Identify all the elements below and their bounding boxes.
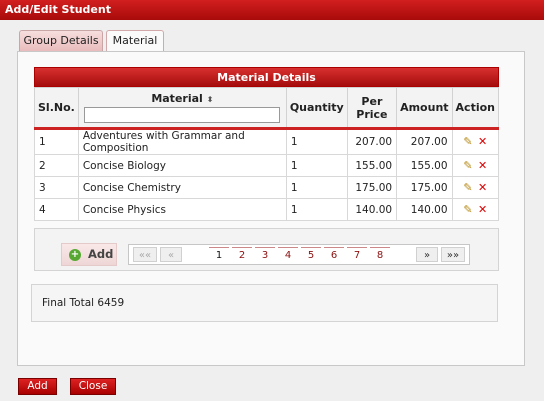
delete-icon[interactable]: ✕: [478, 160, 487, 171]
cell-action: ✎ ✕: [451, 154, 500, 177]
table-row: 2 Concise Biology 1 155.00 155.00 ✎ ✕: [34, 154, 500, 177]
table-row: 3 Concise Chemistry 1 175.00 175.00 ✎ ✕: [34, 176, 500, 199]
cell-per-price: 207.00: [346, 128, 398, 155]
pager-last-button[interactable]: »»: [441, 247, 465, 262]
edit-icon[interactable]: ✎: [463, 136, 472, 147]
col-header-amount: Amount: [396, 87, 453, 130]
col-header-material[interactable]: Material ⬍: [77, 87, 287, 130]
table-row: 4 Concise Physics 1 140.00 140.00 ✎ ✕: [34, 198, 500, 221]
pager-next-button[interactable]: »: [416, 247, 438, 262]
add-circle-icon: +: [69, 249, 81, 261]
edit-icon[interactable]: ✎: [463, 160, 472, 171]
pager: «« « 1 2 3 4 5 6 7 8 » »»: [128, 244, 470, 265]
material-table: Sl.No. Material ⬍ Quantity Per Price Amo…: [34, 87, 500, 221]
pager-prev-button[interactable]: «: [160, 247, 182, 262]
cell-per-price: 155.00: [346, 154, 398, 177]
delete-icon[interactable]: ✕: [478, 204, 487, 215]
grid-add-button[interactable]: + Add: [61, 243, 117, 266]
cell-quantity: 1: [285, 154, 348, 177]
pager-page-link[interactable]: 7: [347, 247, 367, 262]
pager-page-link[interactable]: 3: [255, 247, 275, 262]
cell-per-price: 140.00: [346, 198, 398, 221]
cell-amount: 140.00: [396, 198, 453, 221]
cell-quantity: 1: [285, 128, 348, 155]
cell-slno: 1: [34, 128, 79, 155]
pager-page-link[interactable]: 4: [278, 247, 298, 262]
cell-quantity: 1: [285, 176, 348, 199]
cell-per-price: 175.00: [346, 176, 398, 199]
cell-slno: 4: [34, 198, 79, 221]
close-button[interactable]: Close: [70, 378, 116, 395]
col-header-action: Action: [451, 87, 500, 130]
cell-slno: 2: [34, 154, 79, 177]
grid-add-label: Add: [88, 247, 114, 261]
cell-action: ✎ ✕: [451, 176, 500, 199]
final-total: Final Total 6459: [31, 284, 498, 322]
cell-action: ✎ ✕: [451, 128, 500, 155]
col-header-quantity: Quantity: [285, 87, 348, 130]
pager-page-link[interactable]: 8: [370, 247, 390, 262]
cell-material: Concise Chemistry: [77, 176, 287, 199]
delete-icon[interactable]: ✕: [478, 136, 487, 147]
cell-amount: 175.00: [396, 176, 453, 199]
cell-amount: 155.00: [396, 154, 453, 177]
cell-quantity: 1: [285, 198, 348, 221]
pager-page-link[interactable]: 6: [324, 247, 344, 262]
pager-first-button[interactable]: ««: [133, 247, 157, 262]
pager-page-link[interactable]: 5: [301, 247, 321, 262]
window-title: Add/Edit Student: [0, 0, 544, 20]
col-header-per-price: Per Price: [346, 87, 398, 130]
edit-icon[interactable]: ✎: [463, 204, 472, 215]
tab-material[interactable]: Material: [106, 30, 164, 52]
tab-group-details[interactable]: Group Details: [19, 30, 103, 51]
table-row: 1 Adventures with Grammar and Compositio…: [34, 128, 500, 155]
delete-icon[interactable]: ✕: [478, 182, 487, 193]
material-filter-input[interactable]: [84, 107, 281, 123]
cell-slno: 3: [34, 176, 79, 199]
col-header-material-label: Material: [151, 92, 203, 105]
cell-material: Adventures with Grammar and Composition: [77, 128, 287, 155]
col-header-slno: Sl.No.: [34, 87, 79, 130]
pager-page-current[interactable]: 1: [209, 247, 229, 262]
table-header-row: Sl.No. Material ⬍ Quantity Per Price Amo…: [34, 87, 500, 130]
pager-page-link[interactable]: 2: [232, 247, 252, 262]
grid-toolbar: + Add «« « 1 2 3 4 5 6 7 8 » »»: [34, 228, 499, 271]
cell-material: Concise Biology: [77, 154, 287, 177]
cell-material: Concise Physics: [77, 198, 287, 221]
cell-amount: 207.00: [396, 128, 453, 155]
add-button[interactable]: Add: [18, 378, 57, 395]
grid-caption: Material Details: [34, 67, 499, 87]
edit-icon[interactable]: ✎: [463, 182, 472, 193]
material-grid: Material Details Sl.No. Material ⬍ Quant…: [34, 67, 500, 221]
sort-icon[interactable]: ⬍: [207, 95, 214, 104]
cell-action: ✎ ✕: [451, 198, 500, 221]
